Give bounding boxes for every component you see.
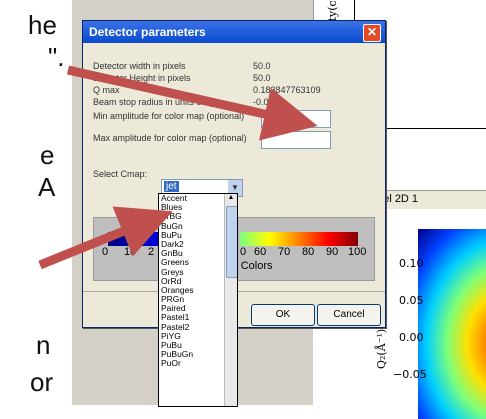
dialog-title-bar[interactable]: Detector parameters ✕ (83, 21, 385, 43)
bottom-plot-ylabel: Q₂(Å⁻¹) (375, 328, 388, 369)
slide-text-4: A (38, 172, 56, 202)
slide-text-3: e (40, 140, 55, 170)
detector-height-label: Detector Height in pixels (93, 73, 191, 83)
colorbar-right (240, 232, 358, 246)
beam-stop-value: -0.03 (253, 97, 274, 107)
q-max-label: Q max (93, 85, 120, 95)
slide-text-1: he (28, 10, 57, 40)
min-amplitude-label: Min amplitude for color map (optional) (93, 111, 245, 121)
cmap-select-value: jet (164, 181, 179, 192)
chevron-up-icon[interactable]: ▲ (225, 194, 237, 205)
y-tick-label: 0.05 (399, 294, 424, 307)
colorbar-tick: 2 (148, 246, 155, 258)
select-cmap-label: Select Cmap: (93, 169, 148, 179)
close-icon[interactable]: ✕ (363, 24, 381, 42)
min-amplitude-input[interactable] (261, 110, 331, 128)
colorbar-tick: 100 (348, 246, 367, 258)
colorbar-tick: 90 (326, 246, 339, 258)
max-amplitude-input[interactable] (261, 131, 331, 149)
scroll-thumb[interactable] (226, 206, 237, 278)
detector-height-value: 50.0 (253, 73, 271, 83)
heatmap-image (418, 229, 486, 419)
y-tick-label: 0.10 (399, 257, 424, 270)
colorbar-tick: 0 (240, 246, 247, 258)
colorbar-tick: 70 (278, 246, 291, 258)
colorbar-tick: 60 (254, 246, 267, 258)
colorbar-label: r Colors (234, 260, 273, 272)
cancel-button[interactable]: Cancel (317, 304, 381, 326)
y-tick-label: 0.00 (399, 331, 424, 344)
dialog-title: Detector parameters (89, 25, 206, 39)
ok-button[interactable]: OK (251, 304, 315, 326)
beam-stop-label: Beam stop radius in units of Q (93, 97, 214, 107)
slide-text-5: n (36, 330, 51, 360)
cmap-dropdown-list[interactable]: Accent Blues BrBG BuGn BuPu Dark2 GnBu Greens Gr… (158, 193, 238, 407)
detector-width-value: 50.0 (253, 61, 271, 71)
colorbar-tick: 0 (102, 246, 109, 258)
dropdown-scrollbar[interactable]: ▲ (224, 194, 237, 406)
y-tick-label: −0.05 (393, 368, 427, 381)
colorbar-tick: 80 (302, 246, 315, 258)
slide-text-2: ". (48, 42, 65, 72)
colorbar-tick: 10 (124, 246, 137, 258)
detector-width-label: Detector width in pixels (93, 61, 186, 71)
q-max-value: 0.183847763109 (253, 85, 321, 95)
max-amplitude-label: Max amplitude for color map (optional) (93, 133, 247, 143)
slide-text-6: or (30, 367, 54, 397)
